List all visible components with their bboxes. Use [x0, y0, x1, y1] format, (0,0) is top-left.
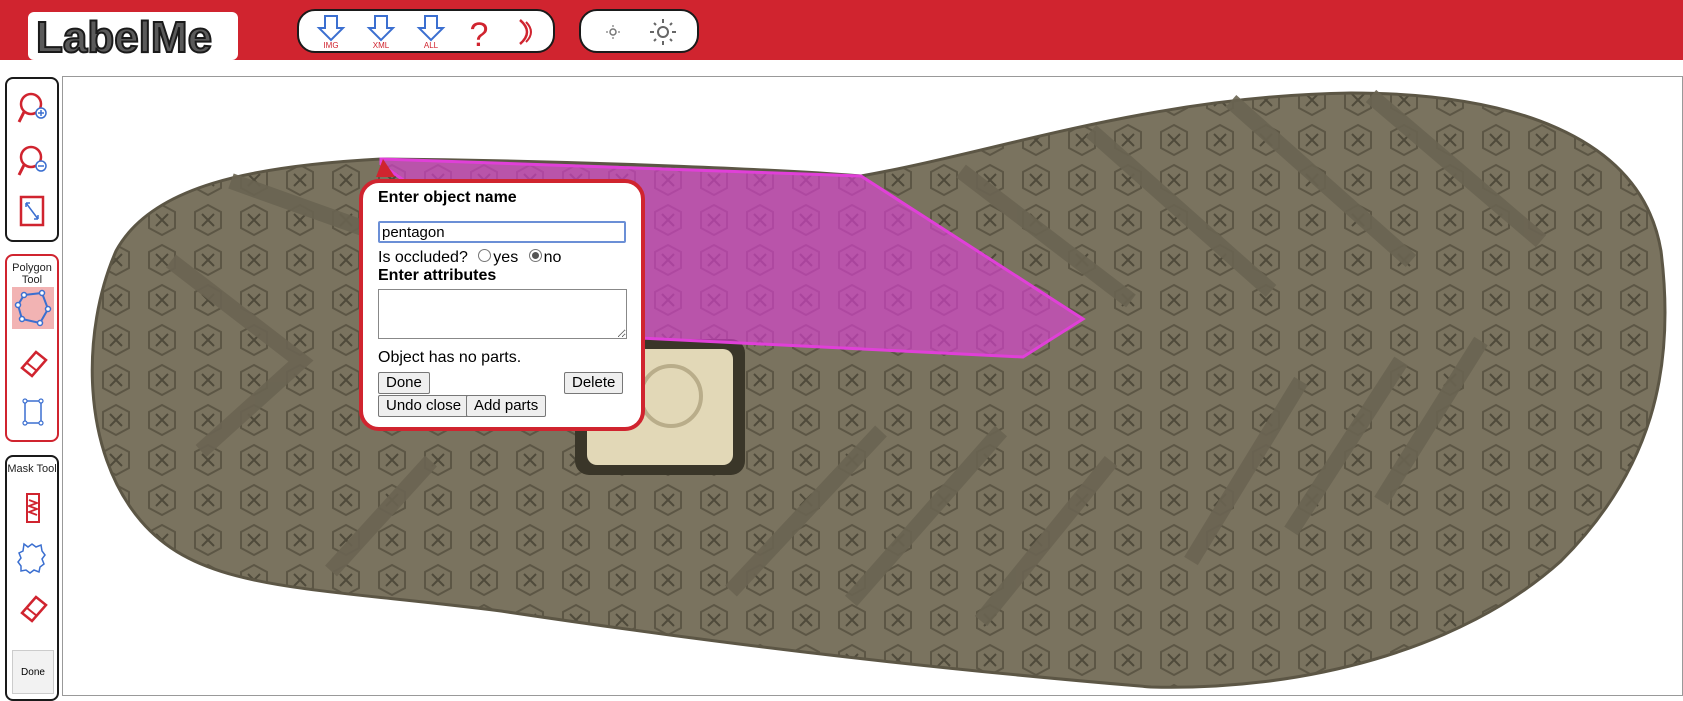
mask-tool-panel: Mask Tool Done [5, 455, 59, 701]
occluded-row: Is occluded? yes no [378, 249, 561, 267]
polygon-icon [14, 289, 52, 327]
moon-icon [519, 19, 532, 45]
labelme-logo: LabelMe [26, 10, 256, 66]
brightness-high-icon [650, 19, 676, 45]
svg-text:?: ? [470, 16, 489, 50]
mask-foreground-button[interactable] [16, 491, 50, 525]
occluded-yes-label: yes [493, 249, 519, 266]
app-header: LabelMe IMG XML ALL ? [0, 0, 1683, 63]
object-name-input[interactable] [378, 221, 626, 243]
add-parts-button[interactable]: Add parts [466, 395, 547, 417]
occluded-no-label: no [543, 249, 562, 266]
mask-eraser-button[interactable] [16, 591, 50, 625]
zoom-in-icon [17, 92, 47, 123]
eraser-icon [20, 595, 48, 623]
zoom-in-button[interactable] [16, 91, 50, 125]
download-all-button[interactable]: ALL [411, 14, 451, 50]
shoe-sole-image [90, 89, 1667, 689]
download-image-icon: IMG [316, 15, 346, 50]
mask-tool-title: Mask Tool [7, 463, 57, 475]
enter-object-name-label: Enter object name [378, 189, 517, 206]
paint-brush-icon [26, 493, 40, 523]
zoom-out-icon [17, 145, 47, 176]
svg-text:IMG: IMG [323, 41, 338, 50]
enter-attributes-label: Enter attributes [378, 267, 497, 284]
mask-done-button[interactable]: Done [12, 650, 54, 694]
help-button[interactable]: ? [459, 14, 499, 50]
help-icon: ? [470, 16, 489, 50]
zoom-out-button[interactable] [16, 144, 50, 178]
object-name-popup: Enter object name Is occluded? yes no En… [359, 179, 645, 431]
occluded-yes-radio[interactable] [478, 249, 492, 263]
attributes-textarea[interactable] [378, 289, 627, 339]
download-xml-icon: XML [366, 15, 396, 50]
svg-text:ALL: ALL [424, 41, 439, 50]
eraser-icon [20, 350, 48, 378]
brightness-toolbar [579, 9, 699, 53]
fit-to-screen-icon [19, 195, 45, 227]
download-toolbar: IMG XML ALL ? [297, 9, 555, 53]
parts-status-text: Object has no parts. [378, 349, 522, 366]
logo-text: LabelMe [36, 13, 212, 62]
bounding-box-icon [22, 398, 44, 426]
polygon-tool-title: Polygon Tool [12, 262, 52, 286]
zoom-panel [5, 77, 59, 242]
fit-to-screen-button[interactable] [16, 194, 50, 228]
delete-button[interactable]: Delete [564, 372, 624, 394]
polygon-eraser-button[interactable] [16, 346, 50, 380]
brightness-down-button[interactable] [593, 14, 633, 50]
mask-region-icon [17, 542, 46, 574]
mask-background-button[interactable] [16, 540, 50, 574]
download-image-button[interactable]: IMG [311, 14, 351, 50]
polygon-tool-panel: Polygon Tool [5, 254, 59, 442]
download-all-icon: ALL [416, 15, 446, 50]
bounding-box-button[interactable] [16, 395, 50, 429]
done-button[interactable]: Done [378, 372, 430, 394]
night-mode-button[interactable] [504, 14, 544, 50]
download-xml-button[interactable]: XML [361, 14, 401, 50]
brightness-low-icon [606, 25, 620, 39]
occluded-no-radio[interactable] [528, 249, 542, 263]
image-canvas[interactable] [62, 76, 1683, 696]
brightness-up-button[interactable] [643, 14, 683, 50]
polygon-button[interactable] [12, 287, 54, 329]
undo-close-button[interactable]: Undo close [378, 395, 470, 417]
svg-text:XML: XML [373, 41, 390, 50]
occluded-label: Is occluded? [378, 249, 468, 266]
